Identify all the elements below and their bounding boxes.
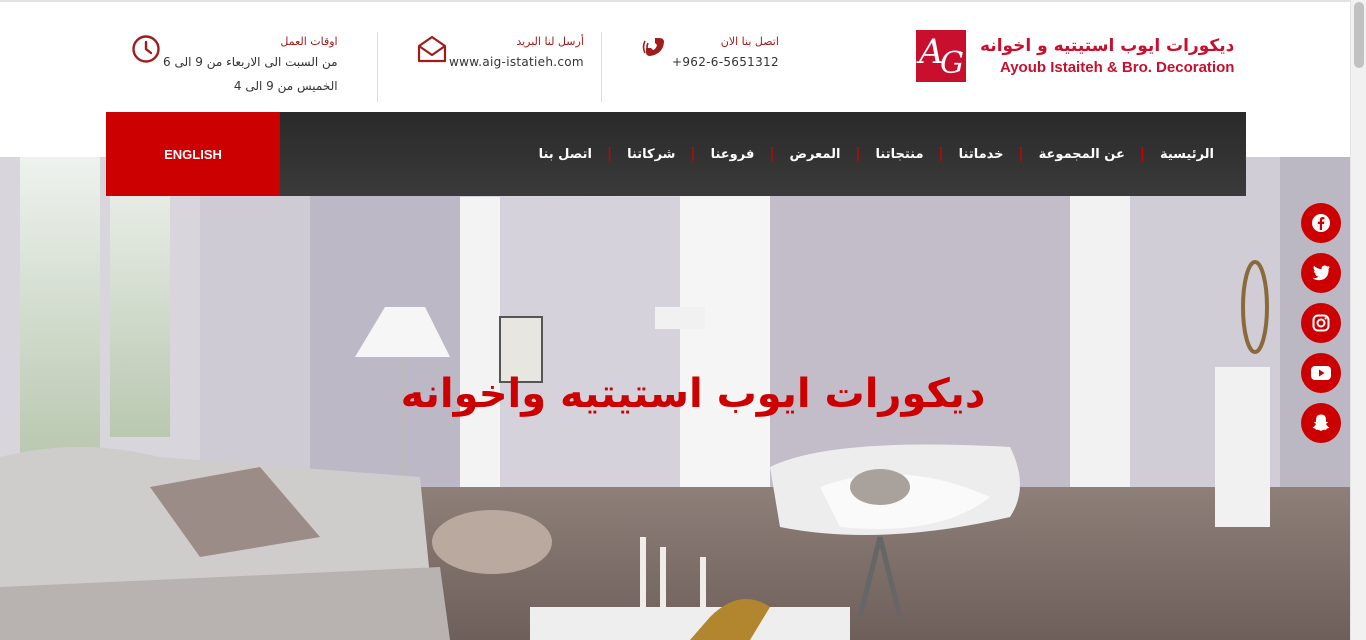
brand-name-english: Ayoub Istaiteh & Bro. Decoration: [999, 58, 1235, 76]
hours-weekdays: من السبت الى الاربعاء من 9 الى 6: [163, 55, 338, 69]
nav-item-about[interactable]: عن المجموعة: [1039, 147, 1125, 162]
contact-phone: اتصل بنا الان +962-6-5651312: [628, 34, 779, 74]
nav-separator: |: [1018, 146, 1024, 162]
working-hours: اوقات العمل من السبت الى الاربعاء من 9 ا…: [119, 34, 338, 98]
hero-banner: ديكورات ايوب استيتيه واخوانه: [0, 157, 1350, 640]
nav-separator: |: [690, 146, 696, 162]
scrollbar-thumb[interactable]: [1354, 2, 1364, 68]
clock-icon: [129, 34, 163, 68]
nav-separator: |: [606, 146, 613, 162]
phone-icon: [638, 34, 672, 68]
nav-separator: |: [938, 146, 944, 162]
nav-item-products[interactable]: منتجاتنا: [876, 147, 924, 162]
nav-item-contact[interactable]: اتصل بنا: [539, 147, 592, 162]
nav-separator: |: [769, 146, 775, 162]
nav-separator: |: [1139, 146, 1145, 162]
brand-name-arabic: ديكورات ايوب استيتيه و اخوانه: [980, 35, 1235, 56]
nav-item-gallery[interactable]: المعرض: [789, 147, 840, 162]
youtube-icon[interactable]: [1301, 353, 1341, 393]
nav-item-home[interactable]: الرئيسية: [1160, 147, 1214, 162]
social-links: [1301, 203, 1341, 453]
page-scrollbar[interactable]: [1350, 0, 1366, 640]
instagram-icon[interactable]: [1301, 303, 1341, 343]
phone-title: اتصل بنا الان: [720, 35, 779, 48]
hero-title: ديكورات ايوب استيتيه واخوانه: [400, 371, 986, 417]
hours-thursday: الخميس من 9 الى 4: [233, 79, 338, 93]
nav-item-branches[interactable]: فروعنا: [711, 147, 755, 162]
nav-separator: |: [855, 146, 861, 162]
main-nav: ENGLISH الرئيسية | عن المجموعة | خدماتنا | …: [106, 112, 1246, 196]
hours-title: اوقات العمل: [280, 35, 338, 48]
twitter-icon[interactable]: [1301, 253, 1341, 293]
divider: [601, 32, 602, 102]
logo-mark: AG: [916, 30, 966, 82]
email-title: أرسل لنا البريد: [516, 35, 584, 48]
facebook-icon[interactable]: [1301, 203, 1341, 243]
snapchat-icon[interactable]: [1301, 403, 1341, 443]
contact-email: أرسل لنا البريد www.aig-istatieh.com: [405, 34, 584, 74]
phone-number[interactable]: +962-6-5651312: [672, 50, 779, 74]
divider: [377, 32, 378, 102]
website-link[interactable]: www.aig-istatieh.com: [449, 50, 584, 74]
nav-menu: الرئيسية | عن المجموعة | خدماتنا | منتجاتنا…: [539, 112, 1214, 196]
language-switch-button[interactable]: ENGLISH: [106, 112, 280, 196]
nav-item-companies[interactable]: شركاتنا: [627, 147, 675, 162]
nav-item-services[interactable]: خدماتنا: [959, 147, 1004, 162]
brand-logo[interactable]: AG ديكورات ايوب استيتيه و اخوانه Ayoub I…: [916, 30, 1234, 82]
envelope-icon: [415, 34, 449, 68]
